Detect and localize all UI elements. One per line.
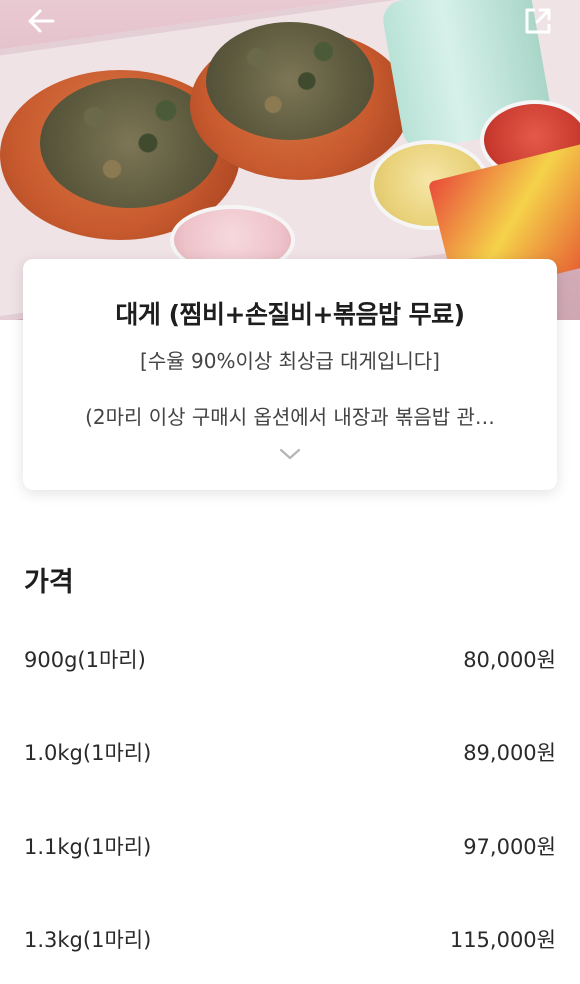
share-button[interactable] — [521, 4, 555, 38]
product-info-card: 대게 (찜비+손질비+볶음밥 무료) [수율 90%이상 최상급 대게입니다] … — [23, 259, 557, 490]
fried-rice-right — [206, 22, 374, 140]
arrow-left-icon — [28, 9, 55, 33]
price-row: 900g(1마리) 80,000원 — [24, 642, 556, 676]
price-option: 1.0kg(1마리) — [24, 741, 152, 765]
expand-description-button[interactable] — [278, 445, 302, 463]
external-link-icon — [525, 8, 551, 34]
product-subtitle: [수율 90%이상 최상급 대게입니다] — [140, 349, 440, 373]
price-value: 80,000원 — [463, 648, 556, 672]
chevron-down-icon — [279, 448, 301, 460]
product-description: (2마리 이상 구매시 옵션에서 내장과 볶음밥 관… — [85, 405, 495, 429]
price-value: 115,000원 — [449, 928, 556, 952]
back-button[interactable] — [24, 4, 58, 38]
price-section-title: 가격 — [24, 567, 74, 598]
price-option: 900g(1마리) — [24, 648, 146, 672]
price-row: 1.1kg(1마리) 97,000원 — [24, 829, 556, 863]
price-value: 97,000원 — [463, 835, 556, 859]
price-option: 1.3kg(1마리) — [24, 928, 152, 952]
price-value: 89,000원 — [463, 741, 556, 765]
price-option: 1.1kg(1마리) — [24, 835, 152, 859]
product-title: 대게 (찜비+손질비+볶음밥 무료) — [115, 300, 465, 329]
price-row: 1.3kg(1마리) 115,000원 — [24, 922, 556, 956]
price-row: 1.0kg(1마리) 89,000원 — [24, 735, 556, 769]
